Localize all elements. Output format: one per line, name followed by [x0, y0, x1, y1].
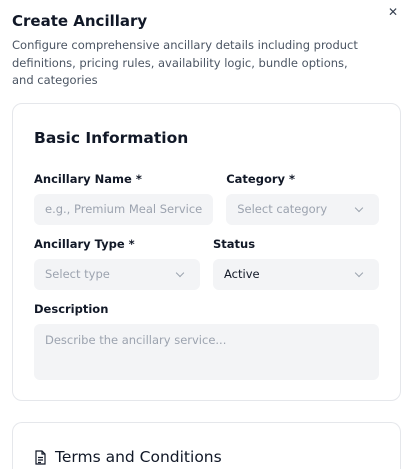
basic-information-title: Basic Information — [34, 128, 189, 147]
terms-and-conditions-title: Terms and Conditions — [55, 447, 222, 466]
chevron-down-icon — [175, 268, 185, 277]
dialog-title: Create Ancillary — [12, 12, 148, 30]
chevron-down-icon — [354, 268, 364, 277]
document-icon — [34, 449, 47, 469]
status-select[interactable]: Active — [213, 258, 379, 290]
ancillary-name-label: Ancillary Name * — [34, 171, 142, 186]
row-name-category: Ancillary Name * e.g., Premium Meal Serv… — [34, 172, 379, 225]
status-field: Status Active — [213, 237, 379, 290]
ancillary-type-label: Ancillary Type * — [34, 236, 135, 251]
description-label: Description — [34, 301, 109, 316]
category-select[interactable]: Select category — [226, 193, 379, 225]
ancillary-name-input[interactable]: e.g., Premium Meal Service — [34, 193, 214, 225]
category-field: Category * Select category — [226, 172, 379, 225]
ancillary-name-field: Ancillary Name * e.g., Premium Meal Serv… — [34, 171, 214, 225]
basic-information-card: Basic Information Ancillary Name * e.g.,… — [12, 102, 401, 401]
row-type-status: Ancillary Type * Select type Status Acti… — [34, 237, 379, 290]
status-select-value: Active — [224, 266, 260, 281]
category-label: Category * — [226, 171, 296, 186]
ancillary-type-select-value: Select type — [45, 266, 110, 281]
terms-and-conditions-card: Terms and Conditions — [12, 421, 401, 469]
create-ancillary-dialog: ✕ Create Ancillary Configure comprehensi… — [0, 0, 408, 469]
dialog-description: Configure comprehensive ancillary detail… — [12, 38, 358, 87]
ancillary-type-field: Ancillary Type * Select type — [34, 237, 200, 290]
category-select-value: Select category — [237, 201, 328, 216]
close-icon[interactable]: ✕ — [388, 6, 398, 18]
description-field: Description Describe the ancillary servi… — [34, 302, 379, 380]
description-textarea[interactable]: Describe the ancillary service... — [34, 323, 379, 380]
status-label: Status — [213, 236, 256, 251]
chevron-down-icon — [354, 203, 364, 212]
ancillary-type-select[interactable]: Select type — [34, 258, 200, 290]
